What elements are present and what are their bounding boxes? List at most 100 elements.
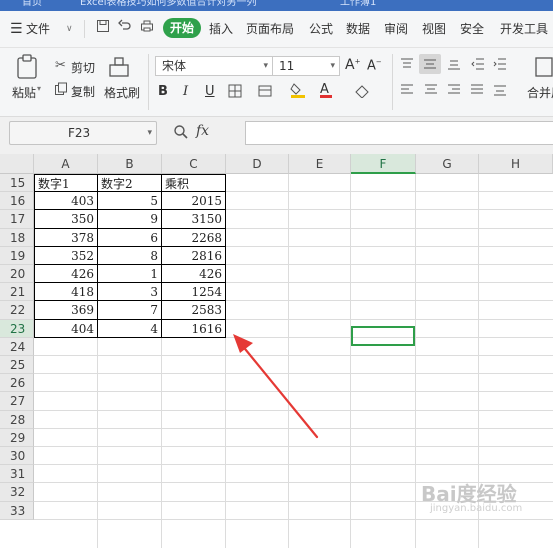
table-cell[interactable]: 1254 bbox=[162, 283, 226, 301]
row-header-32[interactable]: 32 bbox=[0, 483, 34, 502]
row-header-18[interactable]: 18 bbox=[0, 229, 34, 247]
tab-developer[interactable]: 开发工具 bbox=[500, 20, 548, 38]
table-cell[interactable]: 404 bbox=[34, 320, 98, 338]
tab-page-layout[interactable]: 页面布局 bbox=[246, 20, 294, 38]
column-header-g[interactable]: G bbox=[416, 154, 479, 174]
table-cell[interactable]: 4 bbox=[98, 320, 162, 338]
tab-security[interactable]: 安全 bbox=[460, 20, 484, 38]
table-cell[interactable]: 5 bbox=[98, 192, 162, 210]
paste-button-label[interactable]: 粘贴 bbox=[12, 84, 36, 101]
table-cell[interactable]: 2583 bbox=[162, 301, 226, 320]
table-cell[interactable]: 1 bbox=[98, 265, 162, 283]
undo-icon[interactable] bbox=[116, 19, 134, 37]
column-header-c[interactable]: C bbox=[162, 154, 226, 174]
table-cell[interactable]: 1616 bbox=[162, 320, 226, 338]
row-header-23[interactable]: 23 bbox=[0, 320, 34, 338]
align-top-icon[interactable] bbox=[400, 58, 414, 73]
fill-pattern-icon[interactable] bbox=[258, 84, 272, 101]
row-header-33[interactable]: 33 bbox=[0, 502, 34, 520]
column-header-e[interactable]: E bbox=[289, 154, 351, 174]
row-header-19[interactable]: 19 bbox=[0, 247, 34, 265]
font-shrink-icon[interactable]: A− bbox=[367, 58, 382, 73]
print-icon[interactable] bbox=[138, 19, 156, 37]
row-header-25[interactable]: 25 bbox=[0, 356, 34, 374]
row-header-31[interactable]: 31 bbox=[0, 465, 34, 483]
merge-center-button[interactable]: 合并居中 bbox=[527, 84, 553, 101]
tab-review[interactable]: 审阅 bbox=[384, 20, 408, 38]
column-header-a[interactable]: A bbox=[34, 154, 98, 174]
table-cell[interactable]: 3150 bbox=[162, 210, 226, 229]
select-all-corner[interactable] bbox=[0, 154, 34, 174]
tab-view[interactable]: 视图 bbox=[422, 20, 446, 38]
bold-button[interactable]: B bbox=[158, 84, 168, 99]
scissors-icon[interactable]: ✂ bbox=[55, 58, 66, 73]
font-size-select[interactable]: 11 ▾ bbox=[272, 56, 340, 76]
column-header-f[interactable]: F bbox=[351, 154, 416, 174]
row-header-20[interactable]: 20 bbox=[0, 265, 34, 283]
tab-data[interactable]: 数据 bbox=[346, 20, 370, 38]
workbook-tab[interactable]: 工作簿1 bbox=[340, 0, 376, 11]
format-painter-icon[interactable] bbox=[108, 56, 130, 81]
font-grow-icon[interactable]: A+ bbox=[345, 57, 360, 73]
formula-input[interactable] bbox=[245, 121, 553, 145]
row-header-22[interactable]: 22 bbox=[0, 301, 34, 320]
paste-dropdown-icon[interactable]: ▾ bbox=[37, 84, 41, 93]
align-middle-icon[interactable] bbox=[419, 54, 441, 74]
column-title-cell[interactable]: 乘积 bbox=[162, 174, 226, 192]
column-title-cell[interactable]: 数字2 bbox=[98, 174, 162, 192]
chevron-down-icon[interactable]: ∨ bbox=[66, 20, 73, 38]
indent-increase-icon[interactable] bbox=[493, 58, 507, 73]
copy-button[interactable]: 复制 bbox=[71, 83, 95, 100]
tab-home-active[interactable]: 开始 bbox=[163, 18, 201, 38]
row-header-27[interactable]: 27 bbox=[0, 392, 34, 411]
row-header-21[interactable]: 21 bbox=[0, 283, 34, 301]
table-cell[interactable]: 3 bbox=[98, 283, 162, 301]
table-cell[interactable]: 2268 bbox=[162, 229, 226, 247]
merge-center-icon[interactable] bbox=[535, 56, 553, 81]
chevron-down-icon[interactable]: ▾ bbox=[147, 122, 152, 144]
row-header-15[interactable]: 15 bbox=[0, 174, 34, 192]
border-icon[interactable] bbox=[228, 84, 242, 101]
row-header-29[interactable]: 29 bbox=[0, 429, 34, 447]
tab-insert[interactable]: 插入 bbox=[209, 20, 233, 38]
align-bottom-icon[interactable] bbox=[447, 58, 461, 73]
table-cell[interactable]: 9 bbox=[98, 210, 162, 229]
paste-icon[interactable] bbox=[16, 54, 38, 83]
file-menu[interactable]: 文件 bbox=[26, 20, 50, 38]
fill-color-icon[interactable] bbox=[290, 82, 306, 101]
table-cell[interactable]: 378 bbox=[34, 229, 98, 247]
font-color-icon[interactable]: A bbox=[320, 82, 332, 98]
table-cell[interactable]: 426 bbox=[162, 265, 226, 283]
column-header-d[interactable]: D bbox=[226, 154, 289, 174]
row-header-26[interactable]: 26 bbox=[0, 374, 34, 392]
justify-icon[interactable] bbox=[470, 84, 484, 99]
indent-decrease-icon[interactable] bbox=[471, 58, 485, 73]
document-tab[interactable]: Excel表格技巧如何多数值合计对另一列 bbox=[80, 0, 257, 11]
table-cell[interactable]: 2015 bbox=[162, 192, 226, 210]
cut-button[interactable]: 剪切 bbox=[71, 59, 95, 76]
align-right-icon[interactable] bbox=[447, 84, 461, 99]
table-cell[interactable]: 350 bbox=[34, 210, 98, 229]
selected-cell-f23[interactable] bbox=[351, 326, 415, 346]
row-header-17[interactable]: 17 bbox=[0, 210, 34, 229]
clear-format-icon[interactable] bbox=[354, 84, 370, 101]
align-center-icon[interactable] bbox=[424, 84, 438, 99]
table-cell[interactable]: 352 bbox=[34, 247, 98, 265]
row-header-16[interactable]: 16 bbox=[0, 192, 34, 210]
row-header-24[interactable]: 24 bbox=[0, 338, 34, 356]
align-left-icon[interactable] bbox=[400, 84, 414, 99]
column-header-b[interactable]: B bbox=[98, 154, 162, 174]
row-header-28[interactable]: 28 bbox=[0, 411, 34, 429]
table-cell[interactable]: 369 bbox=[34, 301, 98, 320]
table-cell[interactable]: 8 bbox=[98, 247, 162, 265]
table-cell[interactable]: 2816 bbox=[162, 247, 226, 265]
font-name-select[interactable]: 宋体 ▾ bbox=[155, 56, 273, 76]
row-header-30[interactable]: 30 bbox=[0, 447, 34, 465]
zoom-search-icon[interactable] bbox=[173, 124, 189, 143]
column-header-h[interactable]: H bbox=[479, 154, 553, 174]
column-title-cell[interactable]: 数字1 bbox=[34, 174, 98, 192]
home-tab[interactable]: 首页 bbox=[22, 0, 42, 11]
table-cell[interactable]: 418 bbox=[34, 283, 98, 301]
copy-icon[interactable] bbox=[54, 82, 68, 99]
save-icon[interactable] bbox=[94, 19, 112, 37]
